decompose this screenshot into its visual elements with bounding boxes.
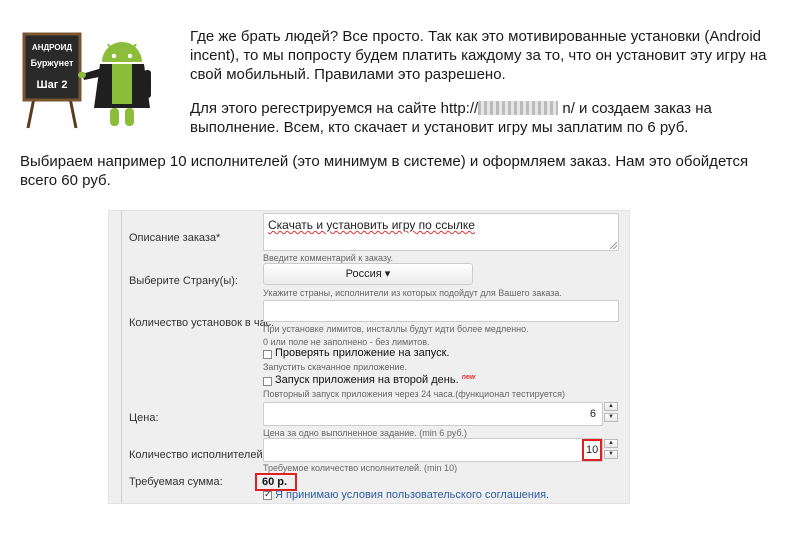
performers-hint: Требуемое количество исполнителей. (min … (263, 463, 458, 473)
installs-per-hour-label: Количество установок в час: (129, 317, 275, 329)
second-day-checkbox[interactable] (263, 377, 272, 386)
intro-text: Где же брать людей? Все просто. Так как … (190, 27, 770, 152)
price-up-icon[interactable]: ▲ (604, 402, 618, 411)
second-day-label: Запуск приложения на второй день. (275, 374, 459, 386)
second-day-label-wrap: Запуск приложения на второй день. new (275, 374, 475, 386)
logo-line3: Шаг 2 (37, 79, 68, 91)
country-select[interactable]: Россия ▾ (263, 263, 473, 285)
logo-line1: АНДРОИД (32, 43, 72, 52)
order-form: Описание заказа* Скачать и установить иг… (108, 210, 630, 504)
description-textarea[interactable]: Скачать и установить игру по ссылке (263, 213, 619, 251)
redacted-domain (478, 101, 559, 115)
description-hint: Введите комментарий к заказу. (263, 253, 394, 263)
performers-highlight: 10 (582, 439, 602, 461)
price-value: 6 (589, 408, 596, 420)
installs-hint-2: 0 или поле не заполнено - без лимитов. (263, 337, 430, 347)
agree-checkbox[interactable] (263, 489, 272, 500)
resize-grip-icon[interactable] (610, 242, 617, 249)
installs-hint-1: При установке лимитов, инсталлы будут ид… (263, 324, 529, 334)
second-day-hint: Повторный запуск приложения через 24 час… (263, 389, 566, 399)
country-label: Выберите Страну(ы): (129, 275, 238, 287)
total-value: 60 р. (262, 476, 288, 488)
check-launch-hint: Запустить скачанное приложение. (263, 362, 407, 372)
intro-paragraph-1: Где же брать людей? Все просто. Так как … (190, 28, 767, 83)
android-burzhunet-logo: АНДРОИД Буржунет Шаг 2 (22, 28, 152, 130)
intro-p2-start: Для этого регестрируемся на сайте http:/… (190, 100, 479, 117)
intro-paragraph-2: Для этого регестрируемся на сайте http:/… (190, 99, 770, 137)
price-hint: Цена за одно выполненное задание. (min 6… (263, 428, 467, 438)
country-hint: Укажите страны, исполнители из которых п… (263, 288, 562, 298)
performers-value: 10 (586, 444, 599, 456)
check-launch-label: Проверять приложение на запуск. (275, 347, 450, 359)
summary-text: Выбираем например 10 исполнителей (это м… (20, 153, 749, 189)
price-input[interactable]: 6 (263, 402, 603, 426)
performers-up-icon[interactable]: ▲ (604, 439, 618, 448)
logo-line2: Буржунет (31, 58, 74, 68)
price-label: Цена: (129, 412, 159, 424)
new-badge: new (461, 374, 476, 381)
performers-input[interactable] (263, 438, 603, 462)
form-divider (121, 211, 122, 503)
performers-down-icon[interactable]: ▼ (604, 450, 618, 459)
agree-label[interactable]: Я принимаю условия пользовательского сог… (275, 489, 549, 501)
price-down-icon[interactable]: ▼ (604, 413, 618, 422)
description-label: Описание заказа* (129, 232, 221, 244)
description-value: Скачать и установить игру по ссылке (268, 218, 475, 232)
check-launch-checkbox[interactable] (263, 350, 272, 359)
performers-label: Количество исполнителей:* (129, 449, 270, 461)
total-label: Требуемая сумма: (129, 476, 223, 488)
installs-per-hour-input[interactable] (263, 300, 619, 322)
